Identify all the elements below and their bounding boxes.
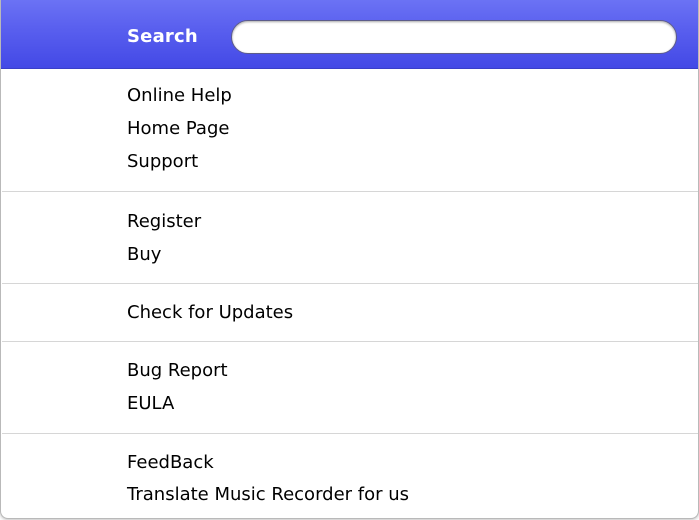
- menu-item-translate[interactable]: Translate Music Recorder for us: [127, 483, 409, 507]
- menu-item-online-help[interactable]: Online Help: [127, 84, 232, 108]
- menu-item-register[interactable]: Register: [127, 210, 201, 234]
- menu-item-check-for-updates[interactable]: Check for Updates: [127, 301, 293, 325]
- menu-item-buy[interactable]: Buy: [127, 243, 161, 267]
- menu-item-eula[interactable]: EULA: [127, 392, 174, 416]
- menu-item-feedback[interactable]: FeedBack: [127, 451, 214, 475]
- menu-divider: [2, 191, 698, 192]
- menu-item-support[interactable]: Support: [127, 150, 198, 174]
- menu-item-bug-report[interactable]: Bug Report: [127, 359, 228, 383]
- search-bar: Search: [1, 0, 698, 69]
- menu-divider: [2, 341, 698, 342]
- menu-divider: [2, 433, 698, 434]
- menu-item-home-page[interactable]: Home Page: [127, 117, 229, 141]
- help-menu: Search Online Help Home Page Support Reg…: [0, 0, 699, 519]
- search-input[interactable]: [231, 20, 677, 54]
- search-label: Search: [127, 26, 198, 47]
- menu-divider: [2, 283, 698, 284]
